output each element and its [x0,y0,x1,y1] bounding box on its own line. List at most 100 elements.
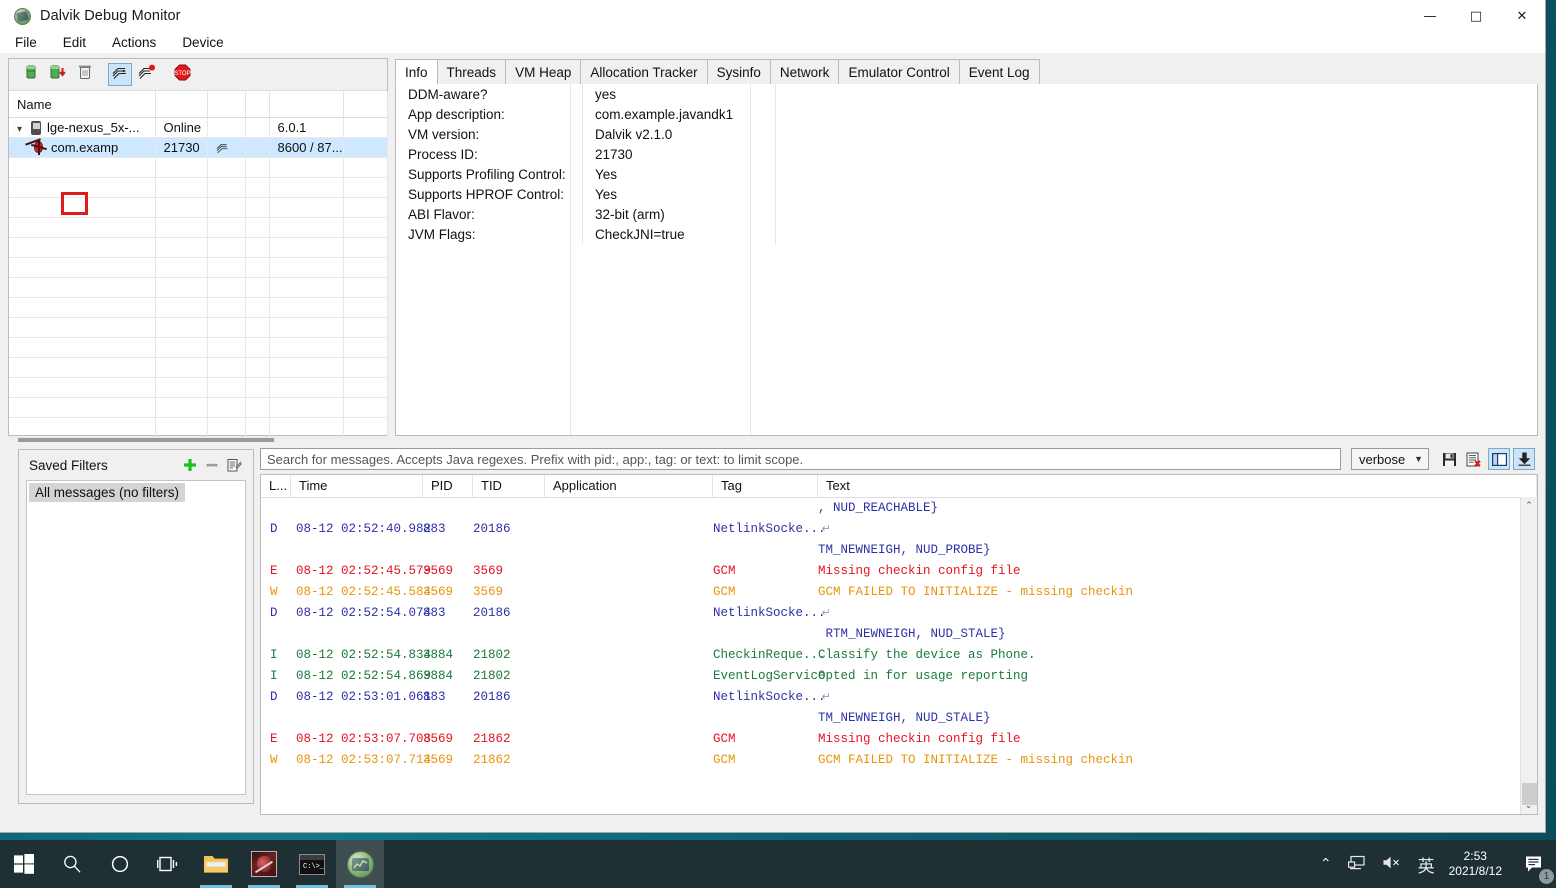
close-button[interactable]: ✕ [1499,0,1545,32]
search-input[interactable]: Search for messages. Accepts Java regexe… [260,448,1341,470]
tab-event-log[interactable]: Event Log [958,59,1040,84]
volume-muted-icon[interactable] [1374,855,1410,874]
process-name-cell[interactable]: com.examp [9,137,156,158]
panel-splitter[interactable] [18,438,274,442]
stop-process-button[interactable]: STOP [170,63,194,86]
process-debug-cell[interactable] [207,137,246,158]
log-row[interactable]: D 08-12 02:53:01.061 883 20186 NetlinkSocke.… [261,686,1520,707]
tab-threads[interactable]: Threads [436,59,507,84]
menu-item-actions[interactable]: Actions [109,34,159,51]
log-row[interactable]: D 08-12 02:52:40.982 883 20186 NetlinkSocke.… [261,518,1520,539]
start-button[interactable] [0,840,48,888]
cortana-button[interactable] [96,840,144,888]
file-explorer-button[interactable] [192,840,240,888]
empty-cell [155,217,208,238]
log-row[interactable]: E 08-12 02:52:45.579 3569 3569 GCM Missing ch… [261,560,1520,581]
toggle-panel-button[interactable] [1488,448,1510,470]
remove-filter-button[interactable] [201,454,223,476]
log-cell-text: GCM FAILED TO INITIALIZE - missing check… [818,584,1134,599]
tab-network[interactable]: Network [769,59,840,84]
tab-emulator-control[interactable]: Emulator Control [838,59,960,84]
log-column-header-text[interactable]: Text [818,475,1537,497]
info-value: 32-bit (arm) [582,204,776,224]
column-header-2[interactable] [155,91,208,118]
edit-filter-icon [227,458,242,471]
column-header-3[interactable] [207,91,246,118]
empty-cell [343,417,388,438]
network-icon[interactable] [1340,855,1374,874]
logcat-toolbar: Search for messages. Accepts Java regexe… [260,444,1538,474]
log-column-header-time[interactable]: Time [291,475,423,497]
log-column-header-l[interactable]: L... [261,475,291,497]
log-column-header-application[interactable]: Application [545,475,713,497]
process-row[interactable]: com.examp 21730 8600 / 87... [9,137,388,158]
logcat-vertical-scrollbar[interactable]: ⌃ ⌄ [1520,497,1537,814]
update-threads-button[interactable] [108,63,132,86]
empty-row [9,297,388,318]
log-row[interactable]: W 08-12 02:53:07.714 3569 21862 GCM GCM FAILE… [261,749,1520,770]
log-row[interactable]: TM_NEWNEIGH, NUD_STALE} [261,707,1520,728]
tab-info[interactable]: Info [395,59,438,85]
minimize-button[interactable]: — [1407,0,1453,32]
ddms-button[interactable] [336,840,384,888]
saved-filters-list[interactable]: All messages (no filters) [26,480,246,795]
scroll-up-arrow-icon[interactable]: ⌃ [1521,497,1537,514]
maximize-button[interactable]: □ [1453,0,1499,32]
log-row[interactable]: I 08-12 02:52:54.834 3884 21802 CheckinReque… [261,644,1520,665]
edit-filter-button[interactable] [223,454,245,476]
column-header-6[interactable] [343,91,388,118]
column-header-name[interactable]: Name [9,91,156,118]
log-cell-tid: 21802 [473,647,511,662]
device-name-cell[interactable]: ▾ lge-nexus_5x-... [9,117,156,138]
menu-item-device[interactable]: Device [179,34,226,51]
scroll-down-arrow-icon[interactable]: ⌄ [1521,797,1536,814]
clear-log-button[interactable] [1463,448,1485,470]
dump-hprof-file-button[interactable] [46,63,70,86]
heap-updates-button[interactable] [19,63,43,86]
log-column-header-tid[interactable]: TID [473,475,545,497]
clock[interactable]: 2:53 2021/8/12 [1443,849,1514,879]
menu-item-edit[interactable]: Edit [60,34,89,51]
search-taskbar-button[interactable] [48,840,96,888]
log-cell-tid: 21802 [473,668,511,683]
filter-list-item[interactable]: All messages (no filters) [29,483,186,502]
folder-icon [204,856,228,873]
log-row[interactable]: E 08-12 02:53:07.708 3569 21862 GCM Missing c… [261,728,1520,749]
log-row[interactable]: I 08-12 02:52:54.869 3884 21802 EventLogServ… [261,665,1520,686]
log-column-header-tag[interactable]: Tag [713,475,818,497]
cause-gc-button[interactable] [73,63,97,86]
task-view-button[interactable] [144,840,192,888]
info-key: Supports Profiling Control: [396,164,583,184]
log-row[interactable]: RTM_NEWNEIGH, NUD_STALE} [261,623,1520,644]
tab-sysinfo[interactable]: Sysinfo [706,59,771,84]
log-row[interactable]: D 08-12 02:52:54.074 883 20186 NetlinkSocke.… [261,602,1520,623]
empty-cell [207,377,246,398]
menu-item-file[interactable]: File [12,34,40,51]
game-app-button[interactable] [240,840,288,888]
notifications-button[interactable]: 1 [1514,840,1556,888]
tab-allocation-tracker[interactable]: Allocation Tracker [580,59,708,84]
start-method-profiling-icon [138,64,156,85]
add-filter-button[interactable] [179,454,201,476]
debug-bug-icon[interactable] [25,138,49,156]
log-column-header-pid[interactable]: PID [423,475,473,497]
log-level-select[interactable]: verbose ▼ [1351,448,1429,470]
tray-expand-chevron-icon[interactable]: ⌃ [1312,856,1340,872]
column-header-4[interactable] [245,91,270,118]
empty-row [9,157,388,178]
log-row[interactable]: W 08-12 02:52:45.584 3569 3569 GCM GCM FAILED… [261,581,1520,602]
start-method-profiling-button[interactable] [135,63,159,86]
ime-indicator[interactable]: 英 [1410,852,1443,877]
tree-expand-icon[interactable]: ▾ [17,124,31,135]
empty-cell [343,397,388,418]
log-row[interactable]: , NUD_REACHABLE} [261,497,1520,518]
terminal-button[interactable]: C:\>_ [288,840,336,888]
tab-vm-heap[interactable]: VM Heap [505,59,582,84]
export-log-button[interactable] [1438,448,1460,470]
column-header-5[interactable] [269,91,344,118]
scroll-lock-button[interactable] [1513,448,1535,470]
windows-logo-icon [14,854,34,874]
device-row[interactable]: ▾ lge-nexus_5x-... Online 6.0.1 [9,117,388,138]
empty-cell [343,257,388,278]
log-row[interactable]: TM_NEWNEIGH, NUD_PROBE} [261,539,1520,560]
